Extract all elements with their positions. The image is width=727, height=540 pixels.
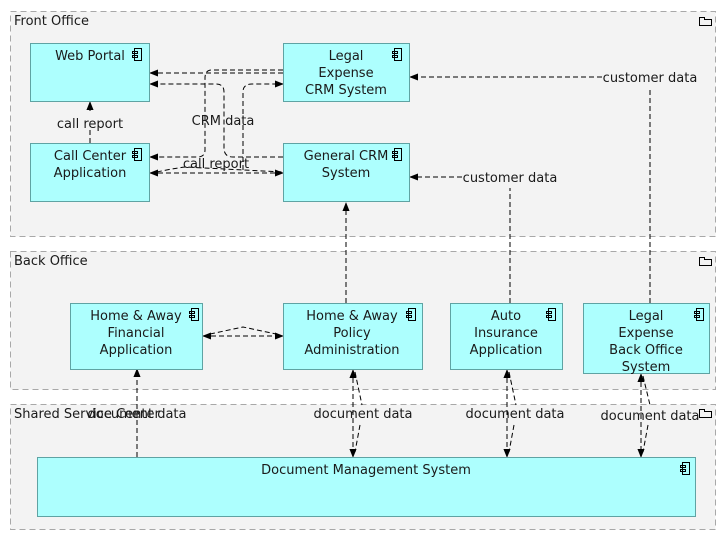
component-label: Legal (629, 309, 664, 324)
component-label: Expense (618, 326, 673, 341)
edge-label-crm-data: CRM data (192, 114, 255, 129)
component-call-center-app[interactable]: Call Center Application (30, 143, 150, 202)
component-label: Application (54, 166, 127, 181)
edge-label-customer-data: customer data (603, 71, 698, 86)
edge-label-document-data: document data (465, 407, 564, 422)
component-label: Application (100, 343, 173, 358)
component-label: System (622, 360, 670, 375)
component-label: Document Management System (261, 463, 471, 478)
architecture-diagram: Front Office Back Office Shared Service … (10, 11, 716, 530)
component-home-away-policy[interactable]: Home & Away Policy Administration (283, 303, 423, 370)
component-legal-expense-back-office[interactable]: Legal Expense Back Office System (583, 303, 710, 376)
component-label: Home & Away (306, 309, 398, 324)
edge-label-customer-data: customer data (463, 171, 558, 186)
component-label: Legal (329, 49, 364, 64)
edge-label-document-data: document data (600, 409, 699, 424)
edge-label-document-data: document data (313, 407, 412, 422)
edge-label-call-report: call report (183, 157, 249, 172)
component-label: Policy (333, 326, 371, 341)
component-label: Auto (491, 309, 521, 324)
component-legal-expense-crm[interactable]: Legal Expense CRM System (283, 43, 410, 102)
component-label: Call Center (54, 149, 127, 164)
edge-label-call-report: call report (57, 117, 123, 132)
component-label: CRM System (305, 83, 387, 98)
component-label: Administration (304, 343, 399, 358)
component-label: Application (470, 343, 543, 358)
component-label: Insurance (474, 326, 538, 341)
component-document-management[interactable]: Document Management System (37, 457, 696, 517)
component-general-crm[interactable]: General CRM System (283, 143, 410, 202)
component-home-away-financial[interactable]: Home & Away Financial Application (70, 303, 203, 370)
component-label: General CRM (304, 149, 389, 164)
group-label: Back Office (14, 254, 88, 269)
component-label: Expense (318, 66, 373, 81)
component-label: Home & Away (90, 309, 182, 324)
edge-label-document-data: document data (87, 407, 186, 422)
component-auto-insurance[interactable]: Auto Insurance Application (450, 303, 563, 370)
group-label: Front Office (14, 14, 89, 29)
component-web-portal[interactable]: Web Portal (30, 43, 150, 102)
component-label: Financial (108, 326, 165, 341)
component-label: System (322, 166, 370, 181)
component-label: Back Office (609, 343, 683, 358)
component-label: Web Portal (55, 49, 125, 64)
